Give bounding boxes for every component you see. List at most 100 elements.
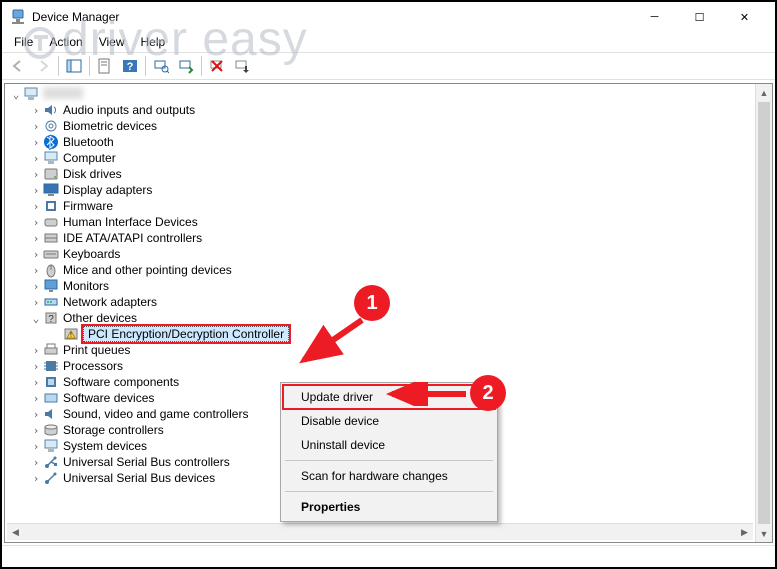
tree-category[interactable]: ⌄?Other devices xyxy=(5,310,772,326)
expander-icon[interactable]: › xyxy=(29,440,43,453)
window-title: Device Manager xyxy=(32,10,632,24)
ctx-update-driver[interactable]: Update driver xyxy=(283,385,495,409)
mouse-icon xyxy=(43,262,59,278)
tree-category[interactable]: › Computer xyxy=(5,150,772,166)
expander-icon[interactable]: ⌄ xyxy=(9,88,23,101)
tree-category[interactable]: ›IDE ATA/ATAPI controllers xyxy=(5,230,772,246)
display-icon xyxy=(43,182,59,198)
maximize-button[interactable]: ☐ xyxy=(677,3,722,31)
expander-icon[interactable]: › xyxy=(29,280,43,293)
tree-label: Universal Serial Bus devices xyxy=(63,471,221,485)
computer-icon xyxy=(43,150,59,166)
scroll-down-icon[interactable]: ▼ xyxy=(756,525,772,542)
tree-label: Network adapters xyxy=(63,295,163,309)
expander-icon[interactable]: › xyxy=(29,392,43,405)
tree-category[interactable]: ›Audio inputs and outputs xyxy=(5,102,772,118)
update-driver-button[interactable] xyxy=(174,54,198,78)
tree-category[interactable]: ›Print queues xyxy=(5,342,772,358)
uninstall-device-button[interactable] xyxy=(205,54,229,78)
expander-icon[interactable]: › xyxy=(29,456,43,469)
expander-icon[interactable]: › xyxy=(29,408,43,421)
menu-view[interactable]: View xyxy=(91,33,133,51)
menu-file[interactable]: File xyxy=(6,33,41,51)
ctx-properties[interactable]: Properties xyxy=(283,495,495,519)
tree-label: Bluetooth xyxy=(63,135,120,149)
expander-icon[interactable]: › xyxy=(29,104,43,117)
audio-icon xyxy=(43,102,59,118)
computer-icon xyxy=(23,86,39,102)
annotation-marker-1: 1 xyxy=(354,285,390,321)
expander-icon[interactable]: › xyxy=(29,152,43,165)
expander-icon[interactable]: › xyxy=(29,200,43,213)
ctx-disable-device[interactable]: Disable device xyxy=(283,409,495,433)
expander-icon[interactable]: › xyxy=(29,232,43,245)
scroll-right-icon[interactable]: ▶ xyxy=(736,524,753,541)
horizontal-scrollbar[interactable]: ◀ ▶ xyxy=(7,523,753,540)
tree-category[interactable]: ›Mice and other pointing devices xyxy=(5,262,772,278)
tree-label: Sound, video and game controllers xyxy=(63,407,254,421)
tree-category[interactable]: ›Human Interface Devices xyxy=(5,214,772,230)
show-hide-console-button[interactable] xyxy=(62,54,86,78)
tree-category[interactable]: ›Processors xyxy=(5,358,772,374)
expander-icon[interactable]: › xyxy=(29,120,43,133)
softcomp-icon xyxy=(43,374,59,390)
usbctrl-icon xyxy=(43,454,59,470)
tree-category[interactable]: ›Firmware xyxy=(5,198,772,214)
tree-category[interactable]: ›Keyboards xyxy=(5,246,772,262)
toolbar-separator xyxy=(201,56,202,76)
tree-label: Monitors xyxy=(63,279,115,293)
expander-icon[interactable]: › xyxy=(29,264,43,277)
softdev-icon xyxy=(43,390,59,406)
tree-category[interactable]: ›Display adapters xyxy=(5,182,772,198)
tree-category[interactable]: ›Disk drives xyxy=(5,166,772,182)
tree-root[interactable]: ⌄ xyxy=(5,86,772,102)
close-button[interactable]: ✕ xyxy=(722,3,767,31)
toolbar-separator xyxy=(89,56,90,76)
tree-category[interactable]: › Bluetooth xyxy=(5,134,772,150)
ctx-scan-hardware[interactable]: Scan for hardware changes xyxy=(283,464,495,488)
svg-text:?: ? xyxy=(127,61,134,73)
expander-icon[interactable]: › xyxy=(29,296,43,309)
expander-icon[interactable]: › xyxy=(29,216,43,229)
vertical-scrollbar[interactable]: ▲ ▼ xyxy=(755,84,772,542)
expander-icon[interactable]: › xyxy=(29,424,43,437)
forward-button[interactable] xyxy=(31,54,55,78)
tree-category[interactable]: › Monitors xyxy=(5,278,772,294)
expander-icon[interactable]: › xyxy=(29,184,43,197)
scroll-thumb[interactable] xyxy=(758,102,770,524)
minimize-button[interactable]: ─ xyxy=(632,3,677,31)
menu-action[interactable]: Action xyxy=(41,33,90,51)
tree-label: Software components xyxy=(63,375,185,389)
tree-label: Computer xyxy=(63,151,122,165)
expander-icon[interactable]: › xyxy=(29,360,43,373)
system-icon xyxy=(43,438,59,454)
usbdev-icon xyxy=(43,470,59,486)
disable-device-button[interactable] xyxy=(230,54,254,78)
expander-icon[interactable]: › xyxy=(29,136,43,149)
expander-icon[interactable]: ⌄ xyxy=(29,312,43,325)
expander-icon[interactable]: › xyxy=(29,168,43,181)
expander-icon[interactable]: › xyxy=(29,248,43,261)
properties-button[interactable] xyxy=(93,54,117,78)
tree-category[interactable]: ›Biometric devices xyxy=(5,118,772,134)
tree-label: System devices xyxy=(63,439,153,453)
scroll-left-icon[interactable]: ◀ xyxy=(7,524,24,541)
tree-label: Storage controllers xyxy=(63,423,170,437)
scan-hardware-button[interactable] xyxy=(149,54,173,78)
root-label xyxy=(43,87,89,102)
help-button[interactable]: ? xyxy=(118,54,142,78)
ctx-uninstall-device[interactable]: Uninstall device xyxy=(283,433,495,457)
tree-item-selected[interactable]: !PCI Encryption/Decryption Controller xyxy=(5,326,772,342)
disk-icon xyxy=(43,166,59,182)
toolbar-separator xyxy=(58,56,59,76)
keyboard-icon xyxy=(43,246,59,262)
expander-icon[interactable]: › xyxy=(29,376,43,389)
expander-icon[interactable]: › xyxy=(29,344,43,357)
ctx-separator xyxy=(285,460,493,461)
back-button[interactable] xyxy=(6,54,30,78)
menu-help[interactable]: Help xyxy=(133,33,174,51)
annotation-marker-2: 2 xyxy=(470,375,506,411)
scroll-up-icon[interactable]: ▲ xyxy=(756,84,772,101)
tree-label: Other devices xyxy=(63,311,143,325)
expander-icon[interactable]: › xyxy=(29,472,43,485)
